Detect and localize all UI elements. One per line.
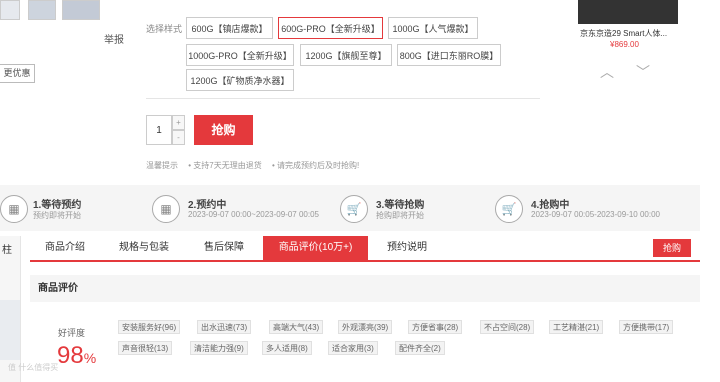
review-tag[interactable]: 配件齐全(2) [395, 341, 445, 355]
tab-reviews[interactable]: 商品评价(10万+) [263, 236, 368, 260]
quantity-decrease-button[interactable]: - [172, 130, 185, 145]
review-tag[interactable]: 不占空间(28) [480, 320, 535, 334]
quantity-increase-button[interactable]: + [172, 115, 185, 130]
review-tag[interactable]: 声音很轻(13) [118, 341, 173, 355]
report-link[interactable]: 举报 [104, 31, 124, 46]
presale-steps: ▦ 1.等待预约 预约即将开始 ▦ 2.预约中 2023-09-07 00:00… [0, 185, 700, 231]
style-option[interactable]: 1000G【人气爆款】 [388, 17, 478, 39]
step-title: 2.预约中 [188, 200, 227, 211]
tab-intro[interactable]: 商品介绍 [30, 236, 100, 260]
review-tag[interactable]: 高端大气(43) [269, 320, 324, 334]
cart-icon: 🛒 [340, 195, 368, 223]
side-image [0, 300, 20, 360]
recommend-image[interactable] [578, 0, 678, 24]
watermark: 值 什么值得买 [8, 363, 59, 372]
style-option[interactable]: 1200G【矿物质净水器】 [186, 69, 294, 91]
step-subtitle: 2023-09-07 00:05-2023-09-10 00:00 [531, 210, 660, 219]
divider [146, 98, 540, 99]
tips-item: • 请完成预约后及时抢购! [271, 161, 360, 170]
step-title: 4.抢购中 [531, 200, 570, 211]
side-column-label: 柱 [2, 245, 12, 256]
review-tag[interactable]: 方便携带(17) [619, 320, 674, 334]
review-heading: 商品评价 [30, 275, 700, 302]
style-option[interactable]: 1000G-PRO【全新升级】 [186, 44, 294, 66]
tab-buy-button[interactable]: 抢购 [653, 239, 691, 257]
style-option[interactable]: 800G【进口东丽RO膜】 [397, 44, 501, 66]
product-thumbnail[interactable] [62, 0, 100, 20]
review-tag[interactable]: 清洁能力强(9) [190, 341, 248, 355]
step-subtitle: 预约即将开始 [33, 211, 81, 220]
review-tag[interactable]: 工艺精湛(21) [549, 320, 604, 334]
step-title: 1.等待预约 [33, 200, 82, 211]
review-tag[interactable]: 方便省事(28) [408, 320, 463, 334]
product-thumbnail[interactable] [28, 0, 56, 20]
calendar-icon: ▦ [152, 195, 180, 223]
chevron-up-icon[interactable]: ︿ [600, 62, 614, 82]
step-subtitle: 抢购即将开始 [376, 211, 424, 220]
style-option[interactable]: 600G【镇店爆款】 [186, 17, 273, 39]
style-option-selected[interactable]: 600G-PRO【全新升级】 [278, 17, 383, 39]
step-subtitle: 2023-09-07 00:00~2023-09-07 00:05 [188, 210, 319, 219]
review-tag[interactable]: 安装服务好(96) [118, 320, 181, 334]
calendar-icon: ▦ [0, 195, 28, 223]
rating-label: 好评度 [58, 328, 86, 338]
tips-label: 温馨提示 [146, 161, 178, 170]
cart-icon: 🛒 [495, 195, 523, 223]
review-tag[interactable]: 外观漂亮(39) [338, 320, 393, 334]
rating-value: 98% [57, 342, 97, 369]
style-option[interactable]: 1200G【旗舰至尊】 [300, 44, 392, 66]
chevron-down-icon[interactable]: ﹀ [636, 62, 650, 82]
more-discount-button[interactable]: 更优惠 [0, 64, 35, 83]
product-thumbnail[interactable] [0, 0, 20, 20]
recommend-price: ¥869.00 [610, 40, 639, 49]
tab-presale-info[interactable]: 预约说明 [372, 236, 442, 260]
review-tag[interactable]: 出水迅速(73) [197, 320, 252, 334]
review-tag[interactable]: 适合家用(3) [328, 341, 378, 355]
tab-after-sales[interactable]: 售后保障 [188, 236, 260, 260]
review-tag[interactable]: 多人适用(8) [262, 341, 312, 355]
recommend-name[interactable]: 京东京造29 Smart人体... [580, 28, 680, 39]
detail-tabs: 商品介绍 规格与包装 售后保障 商品评价(10万+) 预约说明 抢购 [30, 236, 700, 262]
step-title: 3.等待抢购 [376, 200, 425, 211]
style-label: 选择样式 [146, 24, 183, 34]
tab-specs[interactable]: 规格与包装 [104, 236, 184, 260]
tips: 温馨提示 • 支持7天无理由退货 • 请完成预约后及时抢购! [146, 160, 367, 171]
buy-button[interactable]: 抢购 [194, 115, 253, 145]
tips-item: • 支持7天无理由退货 [188, 161, 262, 170]
quantity-input[interactable]: 1 [146, 115, 172, 145]
